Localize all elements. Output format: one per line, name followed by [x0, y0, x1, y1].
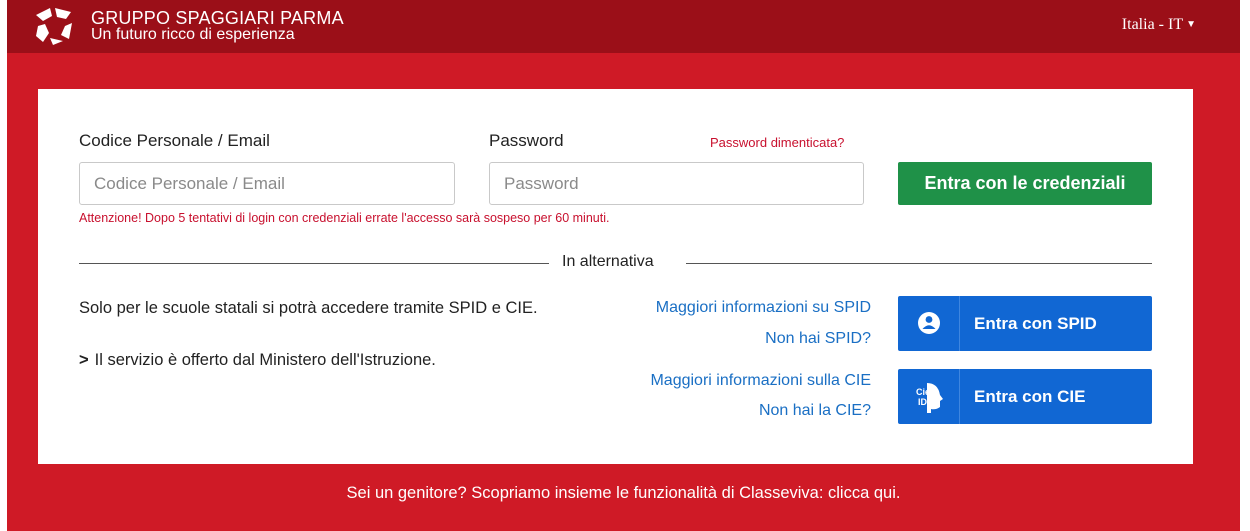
login-card: Codice Personale / Email Password Passwo…: [38, 89, 1193, 464]
cie-id-icon: Cie ID: [916, 383, 943, 413]
svg-text:ID: ID: [918, 397, 928, 407]
spid-button-label: Entra con SPID: [974, 314, 1097, 333]
password-input[interactable]: [489, 162, 864, 205]
ministry-note-text: Il servizio è offerto dal Ministero dell…: [94, 351, 436, 369]
user-input[interactable]: [79, 162, 455, 205]
language-label: Italia - IT: [1121, 16, 1184, 33]
forgot-password-link[interactable]: Password dimenticata?: [710, 135, 844, 150]
password-field-label: Password: [489, 131, 564, 150]
chevron-right-icon: >: [79, 351, 89, 369]
divider-line-right: [686, 263, 1152, 264]
spid-icon-box: [898, 296, 960, 351]
divider-label: In alternativa: [562, 253, 654, 270]
caret-down-icon: ▼: [1186, 19, 1196, 30]
divider-line-left: [79, 263, 549, 264]
top-bar: GRUPPO SPAGGIARI PARMA Un futuro ricco d…: [7, 0, 1240, 53]
user-field-label: Codice Personale / Email: [79, 131, 270, 150]
cie-info-link[interactable]: Maggiori informazioni sulla CIE: [650, 372, 871, 390]
spaggiari-logo-icon[interactable]: [33, 6, 75, 46]
cie-button-label: Entra con CIE: [974, 387, 1086, 406]
cie-missing-link[interactable]: Non hai la CIE?: [759, 402, 871, 420]
spid-info-link[interactable]: Maggiori informazioni su SPID: [656, 299, 871, 317]
spid-user-icon: [918, 312, 940, 334]
ministry-note: > Il servizio è offerto dal Ministero del…: [79, 351, 436, 370]
spid-missing-link[interactable]: Non hai SPID?: [765, 330, 871, 348]
login-button[interactable]: Entra con le credenziali: [898, 162, 1152, 205]
parent-info-link[interactable]: Sei un genitore? Scopriamo insieme le fu…: [7, 484, 1240, 503]
cie-icon-box: Cie ID: [898, 369, 960, 424]
spid-login-button[interactable]: Entra con SPID: [898, 296, 1152, 351]
spid-info-text: Solo per le scuole statali si potrà acce…: [79, 299, 538, 317]
svg-text:Cie: Cie: [916, 387, 930, 397]
cie-login-button[interactable]: Cie ID Entra con CIE: [898, 369, 1152, 424]
brand-name: GRUPPO SPAGGIARI PARMA: [91, 8, 344, 28]
language-selector[interactable]: Italia - IT ▼: [1122, 16, 1196, 34]
page-background: GRUPPO SPAGGIARI PARMA Un futuro ricco d…: [7, 0, 1240, 531]
login-warning: Attenzione! Dopo 5 tentativi di login co…: [79, 211, 610, 225]
brand-tagline: Un futuro ricco di esperienza: [91, 26, 295, 43]
